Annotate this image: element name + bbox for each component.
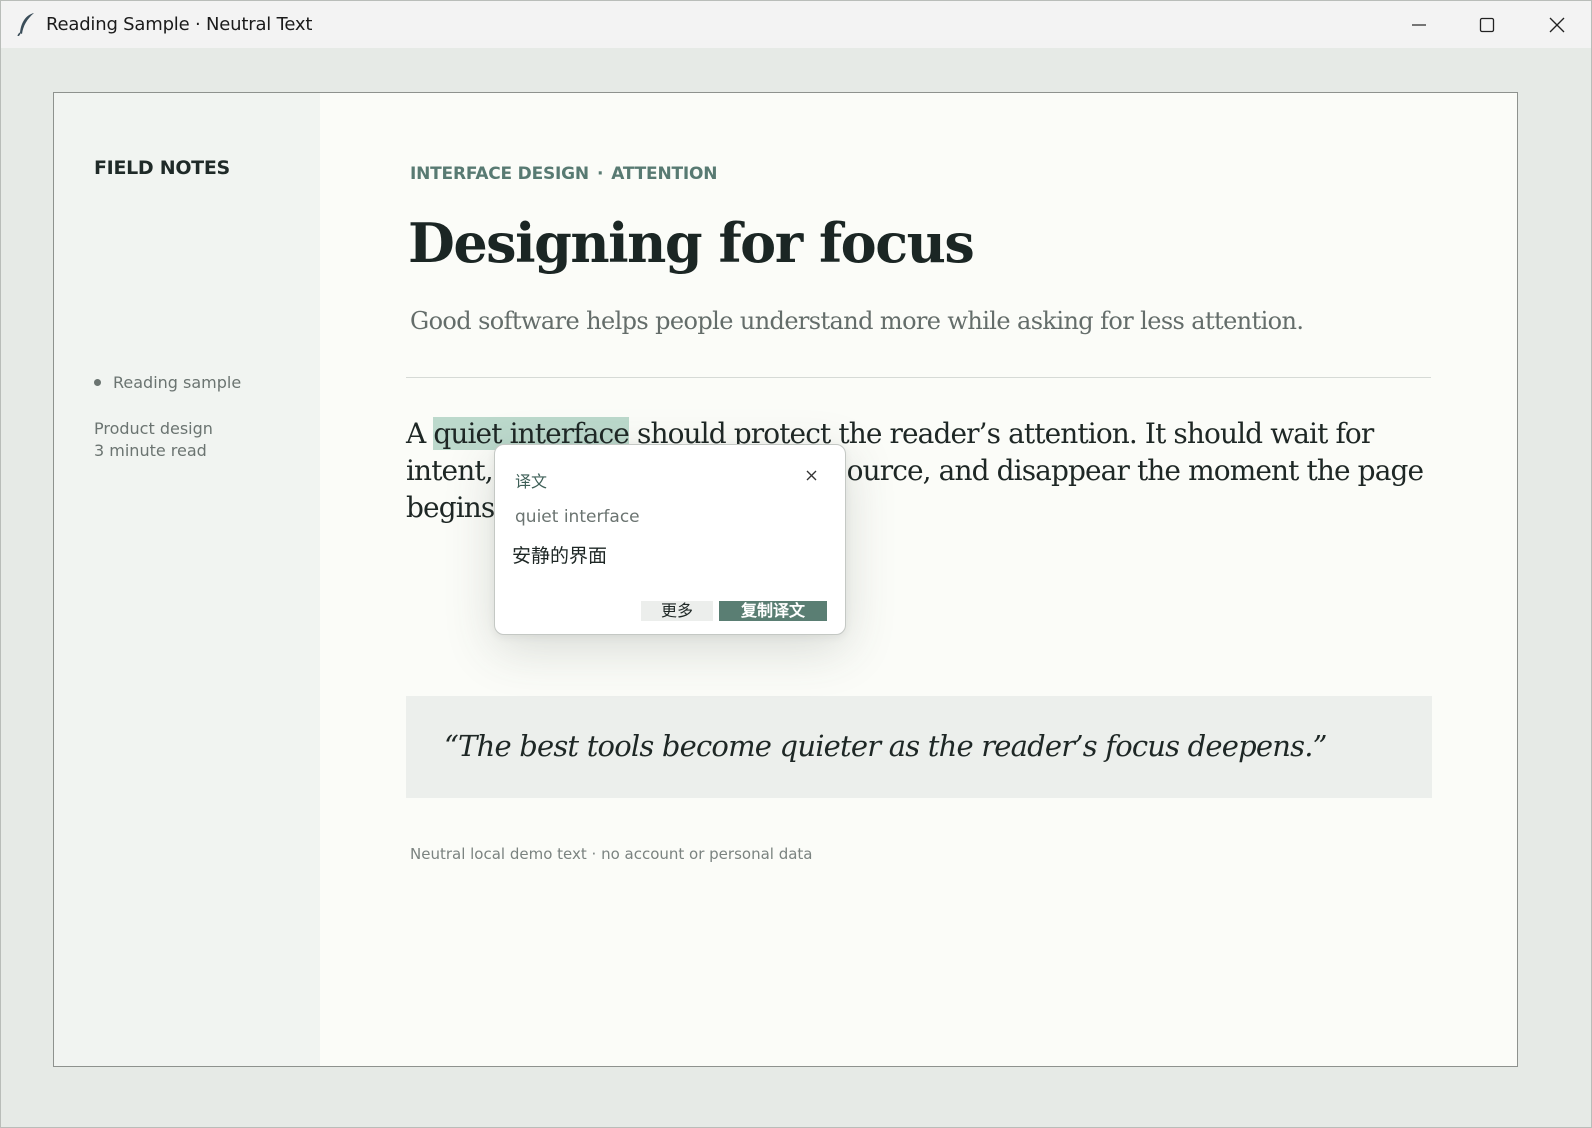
footer-note: Neutral local demo text · no account or … [410, 845, 813, 863]
minimize-icon [1411, 17, 1427, 33]
maximize-icon [1479, 17, 1495, 33]
article-meta: Product design 3 minute read [94, 418, 213, 462]
article-dek: Good software helps people understand mo… [410, 307, 1304, 335]
translation-popup: 译文 quiet interface 安静的界面 更多 复制译文 [494, 444, 846, 635]
sidebar-item-reading-sample[interactable]: Reading sample [94, 373, 241, 392]
bullet-dot-icon [94, 379, 101, 386]
copy-translation-button[interactable]: 复制译文 [719, 601, 827, 621]
brand-title: FIELD NOTES [94, 157, 230, 179]
kicker-topic: INTERFACE DESIGN [410, 164, 589, 184]
meta-category: Product design [94, 419, 213, 438]
more-button[interactable]: 更多 [641, 601, 713, 621]
kicker-subtopic: ATTENTION [611, 164, 718, 184]
popup-source-text: quiet interface [515, 507, 640, 527]
close-icon [1548, 16, 1566, 34]
kicker-separator: · [596, 164, 604, 184]
article-headline: Designing for focus [408, 211, 975, 275]
divider [406, 377, 1431, 378]
window-title: Reading Sample · Neutral Text [46, 14, 313, 35]
article-kicker: INTERFACE DESIGN · ATTENTION [410, 164, 717, 184]
meta-read-time: 3 minute read [94, 441, 207, 460]
popup-title: 译文 [515, 472, 548, 491]
popup-translation-text: 安静的界面 [512, 545, 608, 567]
sidebar-item-label: Reading sample [113, 373, 242, 392]
popup-close-button[interactable] [801, 467, 821, 487]
title-bar[interactable]: Reading Sample · Neutral Text [1, 1, 1591, 48]
minimize-button[interactable] [1385, 1, 1453, 48]
feather-icon [17, 12, 37, 37]
close-window-button[interactable] [1523, 1, 1591, 48]
body-text-before: A [406, 417, 434, 450]
maximize-button[interactable] [1453, 1, 1521, 48]
pull-quote-text: “The best tools become quieter as the re… [444, 729, 1328, 763]
sidebar: FIELD NOTES Reading sample Product desig… [54, 93, 320, 1066]
close-icon [806, 468, 817, 486]
pull-quote: “The best tools become quieter as the re… [406, 696, 1432, 798]
